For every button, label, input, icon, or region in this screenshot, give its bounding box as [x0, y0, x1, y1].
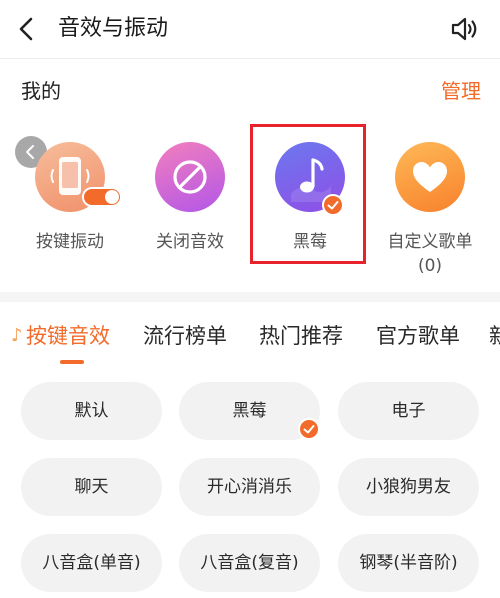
highlight-annotation-box [250, 124, 366, 264]
vibration-toggle[interactable] [82, 187, 122, 207]
selected-check-icon [298, 418, 320, 440]
playlist-count: (0) [417, 256, 443, 276]
mine-item-custom-playlist[interactable]: 自定义歌单 (0) [370, 142, 490, 276]
sound-option-electronic[interactable]: 电子 [338, 382, 479, 440]
music-note-icon: ♪ [11, 325, 23, 346]
sound-option-chat[interactable]: 聊天 [21, 458, 162, 516]
speaker-icon[interactable] [447, 12, 481, 46]
sound-option-piano-chromatic[interactable]: 钢琴(半音阶) [338, 534, 479, 592]
top-bar: 音效与振动 [0, 0, 500, 59]
heart-icon [395, 142, 465, 212]
mine-item-sound-off[interactable]: 关闭音效 [130, 142, 250, 252]
mine-item-label: 按键振动 [36, 232, 104, 252]
manage-button[interactable]: 管理 [441, 76, 481, 106]
sound-option-default[interactable]: 默认 [21, 382, 162, 440]
tab-hot-recommend[interactable]: 热门推荐 [259, 320, 343, 352]
prohibited-icon [155, 142, 225, 212]
sound-option-wolf-boyfriend[interactable]: 小狼狗男友 [338, 458, 479, 516]
section-title-mine: 我的 [21, 79, 61, 103]
mine-item-label: 关闭音效 [156, 232, 224, 252]
chevron-left-icon[interactable] [10, 12, 44, 46]
page-title: 音效与振动 [58, 16, 169, 41]
active-tab-indicator [60, 360, 84, 364]
tab-key-sounds[interactable]: 按键音效 [26, 320, 110, 352]
tab-popular-charts[interactable]: 流行榜单 [143, 320, 227, 352]
mine-item-label: 自定义歌单 [387, 232, 473, 252]
section-divider [0, 292, 500, 302]
toggle-knob [105, 190, 119, 204]
tab-new[interactable]: 新 [489, 320, 500, 352]
tab-official-playlists[interactable]: 官方歌单 [376, 320, 460, 352]
mine-item-key-vibration[interactable]: 按键振动 [10, 142, 130, 252]
sound-option-happy-elimination[interactable]: 开心消消乐 [179, 458, 320, 516]
sound-option-music-box-multi[interactable]: 八音盒(复音) [179, 534, 320, 592]
sound-option-music-box-single[interactable]: 八音盒(单音) [21, 534, 162, 592]
